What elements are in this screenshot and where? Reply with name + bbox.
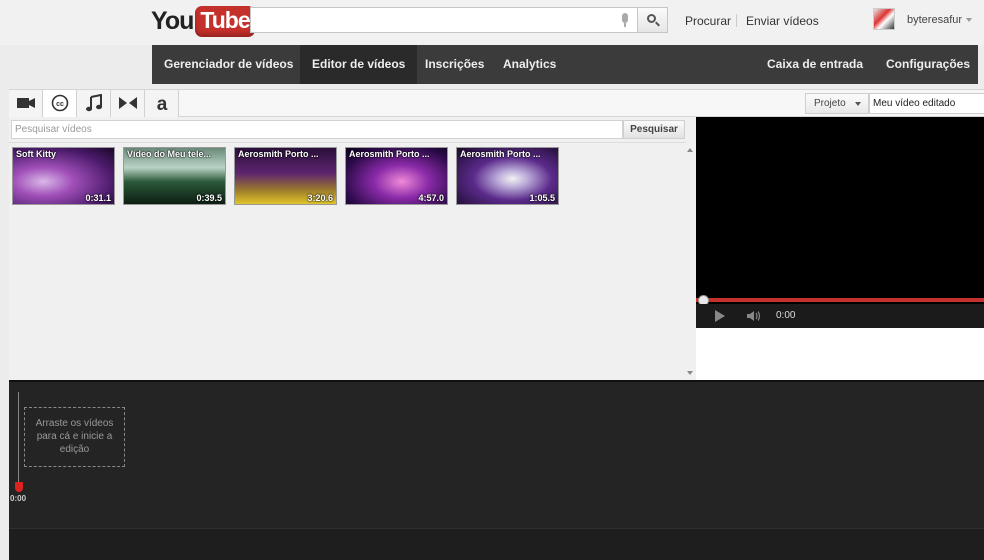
editor-tool-tabs: cc a Projeto: [9, 89, 984, 117]
volume-icon[interactable]: [747, 310, 761, 322]
music-note-icon: [86, 94, 102, 112]
video-thumbnail[interactable]: Vídeo do Meu tele... 0:39.5: [123, 147, 226, 205]
video-camera-icon: [17, 98, 35, 108]
library-divider: [9, 142, 686, 143]
nav-inbox[interactable]: Caixa de entrada: [767, 45, 863, 84]
video-title: Soft Kitty: [16, 149, 56, 159]
project-menu-label: Projeto: [814, 98, 846, 109]
video-duration: 0:39.5: [196, 193, 222, 203]
nav-video-editor[interactable]: Editor de vídeos: [300, 45, 418, 84]
video-duration: 1:05.5: [529, 193, 555, 203]
avatar[interactable]: [873, 8, 895, 30]
nav-settings[interactable]: Configurações: [886, 45, 970, 84]
svg-text:a: a: [157, 94, 168, 112]
scroll-up-icon[interactable]: [687, 148, 693, 152]
video-thumbnail[interactable]: Aerosmith Porto ... 3:20.6: [234, 147, 337, 205]
library-search-button[interactable]: Pesquisar: [623, 120, 685, 139]
video-title: Aerosmith Porto ...: [349, 149, 430, 159]
project-name-field[interactable]: [869, 93, 984, 114]
scroll-down-icon[interactable]: [687, 371, 693, 375]
playhead-time: 0:00: [10, 494, 27, 503]
tab-text[interactable]: a: [145, 90, 179, 117]
search-input[interactable]: [250, 7, 637, 33]
tab-audio[interactable]: [77, 90, 111, 117]
library-search-input[interactable]: [11, 120, 623, 139]
text-a-icon: a: [157, 94, 168, 112]
logo-tube-text: Tube: [195, 5, 255, 37]
video-duration: 3:20.6: [307, 193, 333, 203]
username[interactable]: byteresafur: [907, 14, 962, 26]
timeline-drop-zone[interactable]: Arraste os vídeos para cá e inicie a edi…: [24, 407, 125, 467]
chevron-down-icon: [855, 102, 861, 106]
audio-track[interactable]: [9, 528, 984, 560]
video-thumbnail[interactable]: Aerosmith Porto ... 1:05.5: [456, 147, 559, 205]
player-controls: 0:00: [696, 304, 984, 328]
search-button[interactable]: [637, 7, 668, 33]
masthead: You Tube Procurar Enviar vídeos byteresa…: [0, 0, 984, 45]
video-thumbnail[interactable]: Soft Kitty 0:31.1: [12, 147, 115, 205]
video-title: Vídeo do Meu tele...: [127, 149, 212, 159]
editing-timeline[interactable]: 0:00 Arraste os vídeos para cá e inicie …: [9, 380, 984, 560]
main-nav: Gerenciador de vídeos Editor de vídeos I…: [152, 45, 978, 84]
header-divider: [736, 14, 737, 27]
playhead-line: [18, 392, 19, 484]
youtube-logo[interactable]: You Tube: [151, 4, 255, 38]
player-info-area: [696, 328, 984, 380]
microphone-icon[interactable]: [621, 13, 629, 27]
nav-analytics[interactable]: Analytics: [503, 45, 556, 84]
logo-you-text: You: [151, 6, 194, 35]
nav-subscriptions[interactable]: Inscrições: [425, 45, 484, 84]
tab-creative-commons[interactable]: cc: [43, 90, 77, 117]
video-title: Aerosmith Porto ...: [238, 149, 319, 159]
user-menu-caret-icon[interactable]: [966, 18, 972, 22]
video-title: Aerosmith Porto ...: [460, 149, 541, 159]
player-time: 0:00: [776, 310, 796, 321]
cc-icon: cc: [51, 94, 69, 112]
svg-text:cc: cc: [56, 101, 64, 108]
browse-link[interactable]: Procurar: [685, 14, 731, 28]
nav-video-manager[interactable]: Gerenciador de vídeos: [164, 45, 293, 84]
transitions-icon: [119, 97, 137, 109]
video-thumbnail[interactable]: Aerosmith Porto ... 4:57.0: [345, 147, 448, 205]
upload-link[interactable]: Enviar vídeos: [746, 14, 819, 28]
playhead-handle[interactable]: [15, 482, 23, 492]
video-duration: 4:57.0: [418, 193, 444, 203]
video-preview-player[interactable]: 0:00: [696, 117, 984, 328]
tab-transitions[interactable]: [111, 90, 145, 117]
video-duration: 0:31.1: [85, 193, 111, 203]
tab-videos[interactable]: [9, 90, 43, 117]
play-icon[interactable]: [715, 310, 725, 322]
video-library-panel: Pesquisar Soft Kitty 0:31.1 Vídeo do Meu…: [9, 117, 696, 380]
project-menu-button[interactable]: Projeto: [805, 93, 869, 114]
progress-bar[interactable]: [696, 298, 984, 302]
